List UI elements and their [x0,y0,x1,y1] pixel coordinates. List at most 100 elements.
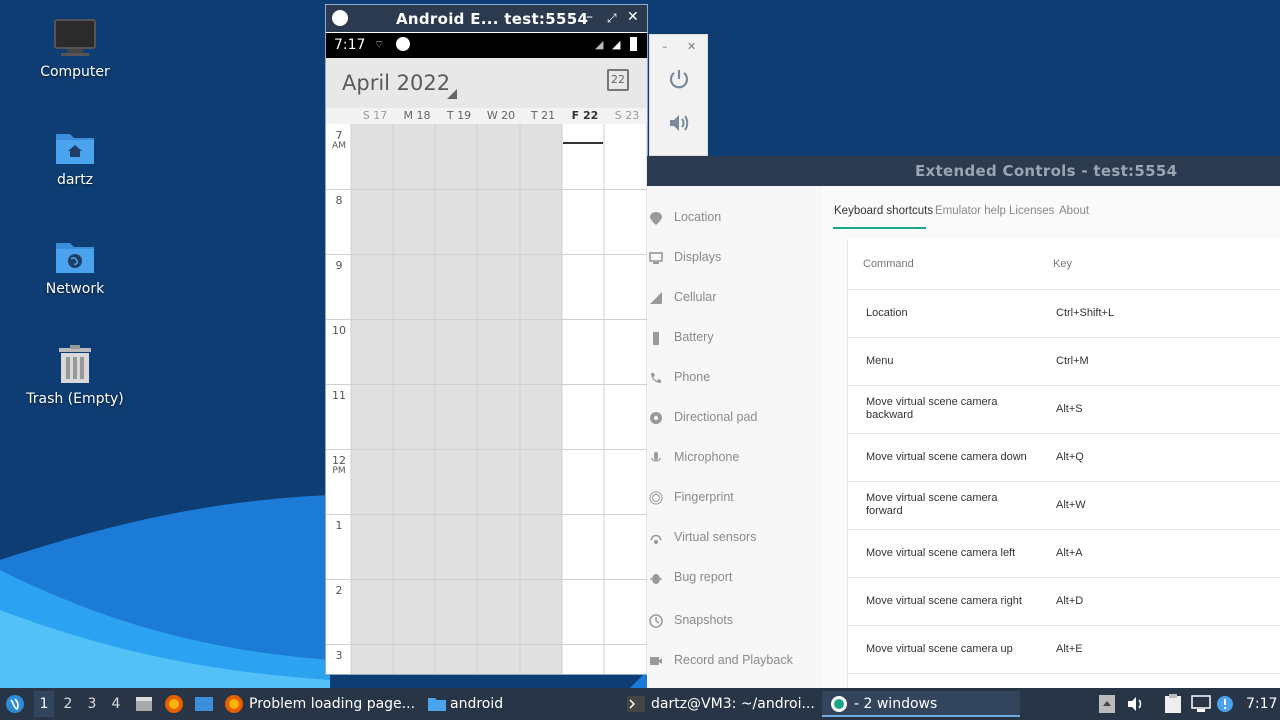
command-cell: Move virtual scene camera left [866,547,1016,559]
key-cell: Alt+A [1056,547,1083,559]
nav-item-label: Record and Playback [674,653,793,667]
week-days-row: S 17 M 18 T 19 W 20 T 21 F 22 S 23 [326,108,647,124]
nav-item-label: Phone [674,370,711,384]
nav-item-label: Microphone [674,450,740,464]
start-menu-icon[interactable] [5,694,25,714]
hour-label: 1 [328,520,350,531]
android-emulator-window: Android E... test:5554 – ⤢ ✕ 7:17 ⌔ ◢ ◢ … [325,4,648,675]
home-folder-desktop-icon[interactable]: dartz [15,128,135,188]
hour-number: 11 [332,389,346,402]
battery-icon [653,332,659,345]
minimize-icon[interactable]: – [586,9,593,25]
command-cell: Move virtual scene camera up [866,643,1013,655]
nav-item-label: Battery [674,330,714,344]
table-row: Move virtual scene camera up Alt+E [848,626,1280,674]
calendar-header: April 2022 22 [326,58,647,108]
workspace-4[interactable]: 4 [106,696,126,712]
update-notifier-icon[interactable] [1216,695,1234,713]
table-row: Move virtual scene camera down Alt+Q [848,434,1280,482]
microphone-icon [651,452,661,462]
task-android-folder[interactable]: android [424,691,614,717]
toolbar-minimize-icon[interactable]: – [662,40,668,53]
workspace-1[interactable]: 1 [34,691,54,717]
home-folder-label: dartz [56,172,94,188]
nav-item-directional-pad[interactable]: Directional pad [647,398,822,438]
volume-icon[interactable] [667,111,691,135]
command-cell: Move virtual scene camera forward [866,492,998,517]
firefox-launcher-icon[interactable] [164,694,184,714]
hour-label: 8 [328,195,350,206]
tab-keyboard-shortcuts[interactable]: Keyboard shortcuts [834,205,933,217]
column-header-command: Command [863,258,914,270]
day-header[interactable]: W 20 [480,109,522,122]
clock[interactable]: 7:17 [1246,696,1277,712]
close-icon[interactable]: ✕ [627,9,639,25]
column-header-key: Key [1053,258,1072,270]
key-cell: Alt+W [1056,499,1086,511]
command-cell: Menu [866,355,894,367]
task-label: dartz@VM3: ~/androi... [651,696,815,712]
nav-item-label: Cellular [674,290,717,304]
hour-number: 2 [335,584,343,597]
computer-desktop-icon[interactable]: Computer [15,18,135,80]
day-header[interactable]: T 21 [522,109,564,122]
calendar-week-grid[interactable]: 7 AM 8 9 10 11 12 PM 1 2 3 [326,124,647,674]
cellular-icon [650,292,662,304]
nav-item-displays[interactable]: Displays [647,238,822,278]
toolbar-close-icon[interactable]: ✕ [687,40,696,53]
fingerprint-icon [649,491,663,505]
day-header[interactable]: F 22 [564,109,606,122]
nav-item-location[interactable]: Location [647,198,822,238]
month-selector[interactable]: April 2022 [342,71,450,95]
task-terminal[interactable]: dartz@VM3: ~/androi... [622,691,817,717]
tab-emulator-help[interactable]: Emulator help [935,205,1006,217]
nav-item-fingerprint[interactable]: Fingerprint [647,478,822,518]
power-icon[interactable] [667,67,691,91]
nav-item-microphone[interactable]: Microphone [647,438,822,478]
nav-item-label: Fingerprint [674,490,734,504]
day-header[interactable]: S 17 [354,109,396,122]
extended-controls-content: Keyboard shortcuts Emulator help License… [823,186,1280,688]
nav-item-bug-report[interactable]: Bug report [647,558,822,598]
nav-item-cellular[interactable]: Cellular [647,278,822,318]
maximize-icon[interactable]: ⤢ [607,11,617,26]
nav-item-record-and-playback[interactable]: Record and Playback [647,641,822,681]
extended-controls-window: Extended Controls - test:5554 Location Di… [647,156,1280,688]
clipboard-icon[interactable] [1164,694,1182,714]
show-desktop-icon[interactable] [194,695,214,713]
command-cell: Move virtual scene camera backward [866,396,998,421]
network-desktop-icon[interactable]: Network [15,237,135,297]
tray-up-icon[interactable] [1099,695,1115,713]
volume-tray-icon[interactable] [1126,695,1146,713]
android-emulator-icon [831,696,847,712]
network-tray-icon[interactable] [1191,695,1211,713]
task-emulator-group[interactable]: - 2 windows [822,691,1020,717]
emulator-title: Android E... test:5554 [396,10,589,28]
trash-label: Trash (Empty) [26,391,124,407]
emulator-titlebar[interactable]: Android E... test:5554 – ⤢ ✕ [326,5,647,32]
nav-item-label: Location [674,210,722,224]
day-header[interactable]: T 19 [438,109,480,122]
table-row: Menu Ctrl+M [848,338,1280,386]
workspace-2[interactable]: 2 [58,696,78,712]
task-label: Problem loading page... [249,696,416,712]
key-cell: Alt+S [1056,403,1083,415]
month-dropdown-icon[interactable] [447,89,457,99]
nav-item-snapshots[interactable]: Snapshots [647,601,822,641]
day-header[interactable]: S 23 [606,109,648,122]
nav-item-virtual-sensors[interactable]: Virtual sensors [647,518,822,558]
tab-licenses[interactable]: Licenses [1009,205,1054,217]
workspace-3[interactable]: 3 [82,696,102,712]
extended-controls-titlebar[interactable]: Extended Controls - test:5554 [647,156,1280,186]
today-calendar-icon[interactable]: 22 [607,69,629,91]
file-manager-launcher-icon[interactable] [135,695,153,713]
folder-icon [428,698,446,711]
bug-report-icon [650,574,662,584]
day-header[interactable]: M 18 [396,109,438,122]
task-firefox[interactable]: Problem loading page... [222,691,418,717]
nav-item-battery[interactable]: Battery [647,318,822,358]
nav-item-phone[interactable]: Phone [647,358,822,398]
table-row: Move virtual scene camera backward Alt+S [848,386,1280,434]
tab-about[interactable]: About [1059,205,1089,217]
trash-desktop-icon[interactable]: Trash (Empty) [15,345,135,407]
